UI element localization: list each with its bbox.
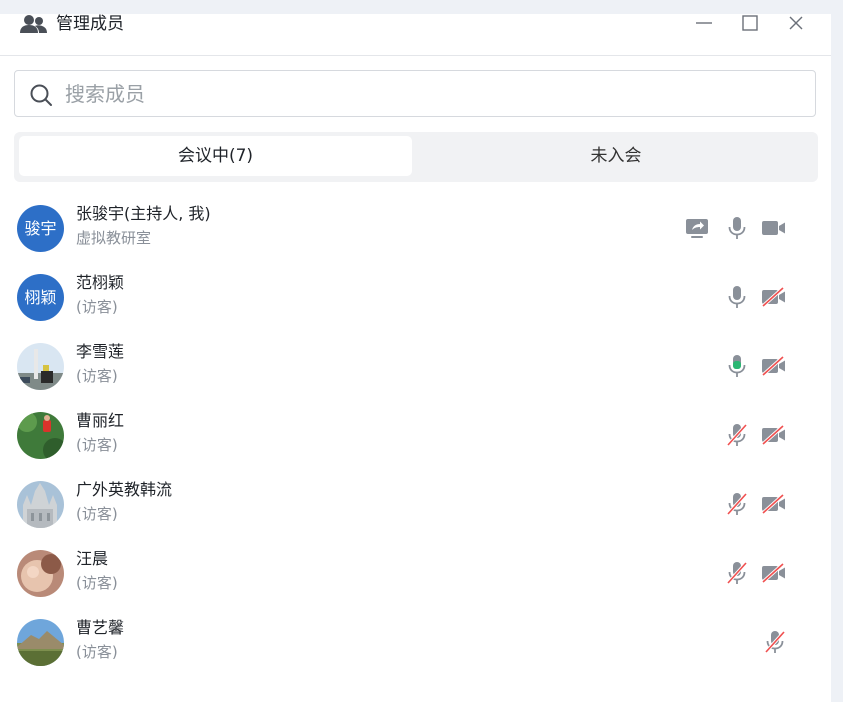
mic-button[interactable] <box>724 215 750 241</box>
member-row[interactable]: 骏宇 张骏宇(主持人, 我) 虚拟教研室 <box>0 199 831 268</box>
camera-off-icon <box>761 424 785 446</box>
member-name: 张骏宇(主持人, 我) <box>76 204 211 223</box>
mic-muted-icon <box>764 630 786 654</box>
mic-icon <box>728 286 746 308</box>
maximize-button[interactable] <box>740 13 760 33</box>
tab-bar: 会议中(7) 未入会 <box>14 132 818 182</box>
mic-muted-button[interactable] <box>724 560 750 586</box>
member-role: (访客) <box>76 298 118 316</box>
share-screen-icon <box>686 219 708 238</box>
mic-button[interactable] <box>724 284 750 310</box>
member-row[interactable]: 李雪莲 (访客) <box>0 337 831 406</box>
camera-icon <box>762 221 785 235</box>
mic-muted-icon <box>726 423 748 447</box>
mic-muted-button[interactable] <box>762 629 788 655</box>
avatar <box>17 619 64 666</box>
camera-off-icon <box>761 355 785 377</box>
member-name: 李雪莲 <box>76 342 125 361</box>
mic-muted-button[interactable] <box>724 422 750 448</box>
avatar-initials: 栩颖 <box>17 274 64 321</box>
users-icon <box>19 14 49 36</box>
search-box[interactable] <box>14 70 816 117</box>
member-role: (访客) <box>76 505 118 523</box>
member-role: (访客) <box>76 367 118 385</box>
camera-off-button[interactable] <box>760 491 786 517</box>
member-name: 广外英教韩流 <box>76 480 173 499</box>
member-name: 范栩颖 <box>76 273 125 292</box>
window-title: 管理成员 <box>56 14 124 34</box>
member-row[interactable]: 曹丽红 (访客) <box>0 406 831 475</box>
share-screen-button[interactable] <box>684 215 710 241</box>
member-name: 汪晨 <box>76 549 109 568</box>
member-row[interactable]: 汪晨 (访客) <box>0 544 831 613</box>
avatar-photo <box>17 412 64 459</box>
search-input[interactable] <box>65 79 795 109</box>
camera-off-icon <box>761 562 785 584</box>
camera-off-icon <box>761 286 785 308</box>
avatar-photo <box>17 619 64 666</box>
avatar <box>17 481 64 528</box>
maximize-icon <box>742 15 758 31</box>
member-row[interactable]: 广外英教韩流 (访客) <box>0 475 831 544</box>
member-name: 曹丽红 <box>76 411 125 430</box>
close-button[interactable] <box>786 13 806 33</box>
close-icon <box>789 16 803 30</box>
avatar <box>17 343 64 390</box>
avatar: 栩颖 <box>17 274 64 321</box>
minimize-button[interactable] <box>694 13 714 33</box>
camera-off-icon <box>761 493 785 515</box>
camera-off-button[interactable] <box>760 422 786 448</box>
camera-off-button[interactable] <box>760 284 786 310</box>
avatar: 骏宇 <box>17 205 64 252</box>
mic-icon <box>728 217 746 239</box>
member-role: (访客) <box>76 436 118 454</box>
avatar-photo <box>17 550 64 597</box>
member-management-window: 管理成员 会议中(7) 未入会 <box>0 14 831 702</box>
search-icon <box>29 83 53 107</box>
avatar-initials: 骏宇 <box>17 205 64 252</box>
mic-muted-button[interactable] <box>724 491 750 517</box>
mic-muted-icon <box>726 492 748 516</box>
member-row[interactable]: 栩颖 范栩颖 (访客) <box>0 268 831 337</box>
mic-speaking-button[interactable] <box>724 353 750 379</box>
member-row[interactable]: 曹艺馨 (访客) <box>0 613 831 682</box>
camera-off-button[interactable] <box>760 353 786 379</box>
mic-speaking-icon <box>728 355 746 377</box>
avatar-photo <box>17 343 64 390</box>
minimize-icon <box>696 22 712 24</box>
member-name: 曹艺馨 <box>76 618 125 637</box>
avatar-photo <box>17 481 64 528</box>
member-role: 虚拟教研室 <box>76 229 152 247</box>
title-bar: 管理成员 <box>0 14 831 56</box>
mic-muted-icon <box>726 561 748 585</box>
tab-not-joined[interactable]: 未入会 <box>414 136 818 176</box>
tab-in-meeting[interactable]: 会议中(7) <box>19 136 412 176</box>
camera-button[interactable] <box>760 215 786 241</box>
member-role: (访客) <box>76 643 118 661</box>
camera-off-button[interactable] <box>760 560 786 586</box>
member-role: (访客) <box>76 574 118 592</box>
avatar <box>17 412 64 459</box>
avatar <box>17 550 64 597</box>
